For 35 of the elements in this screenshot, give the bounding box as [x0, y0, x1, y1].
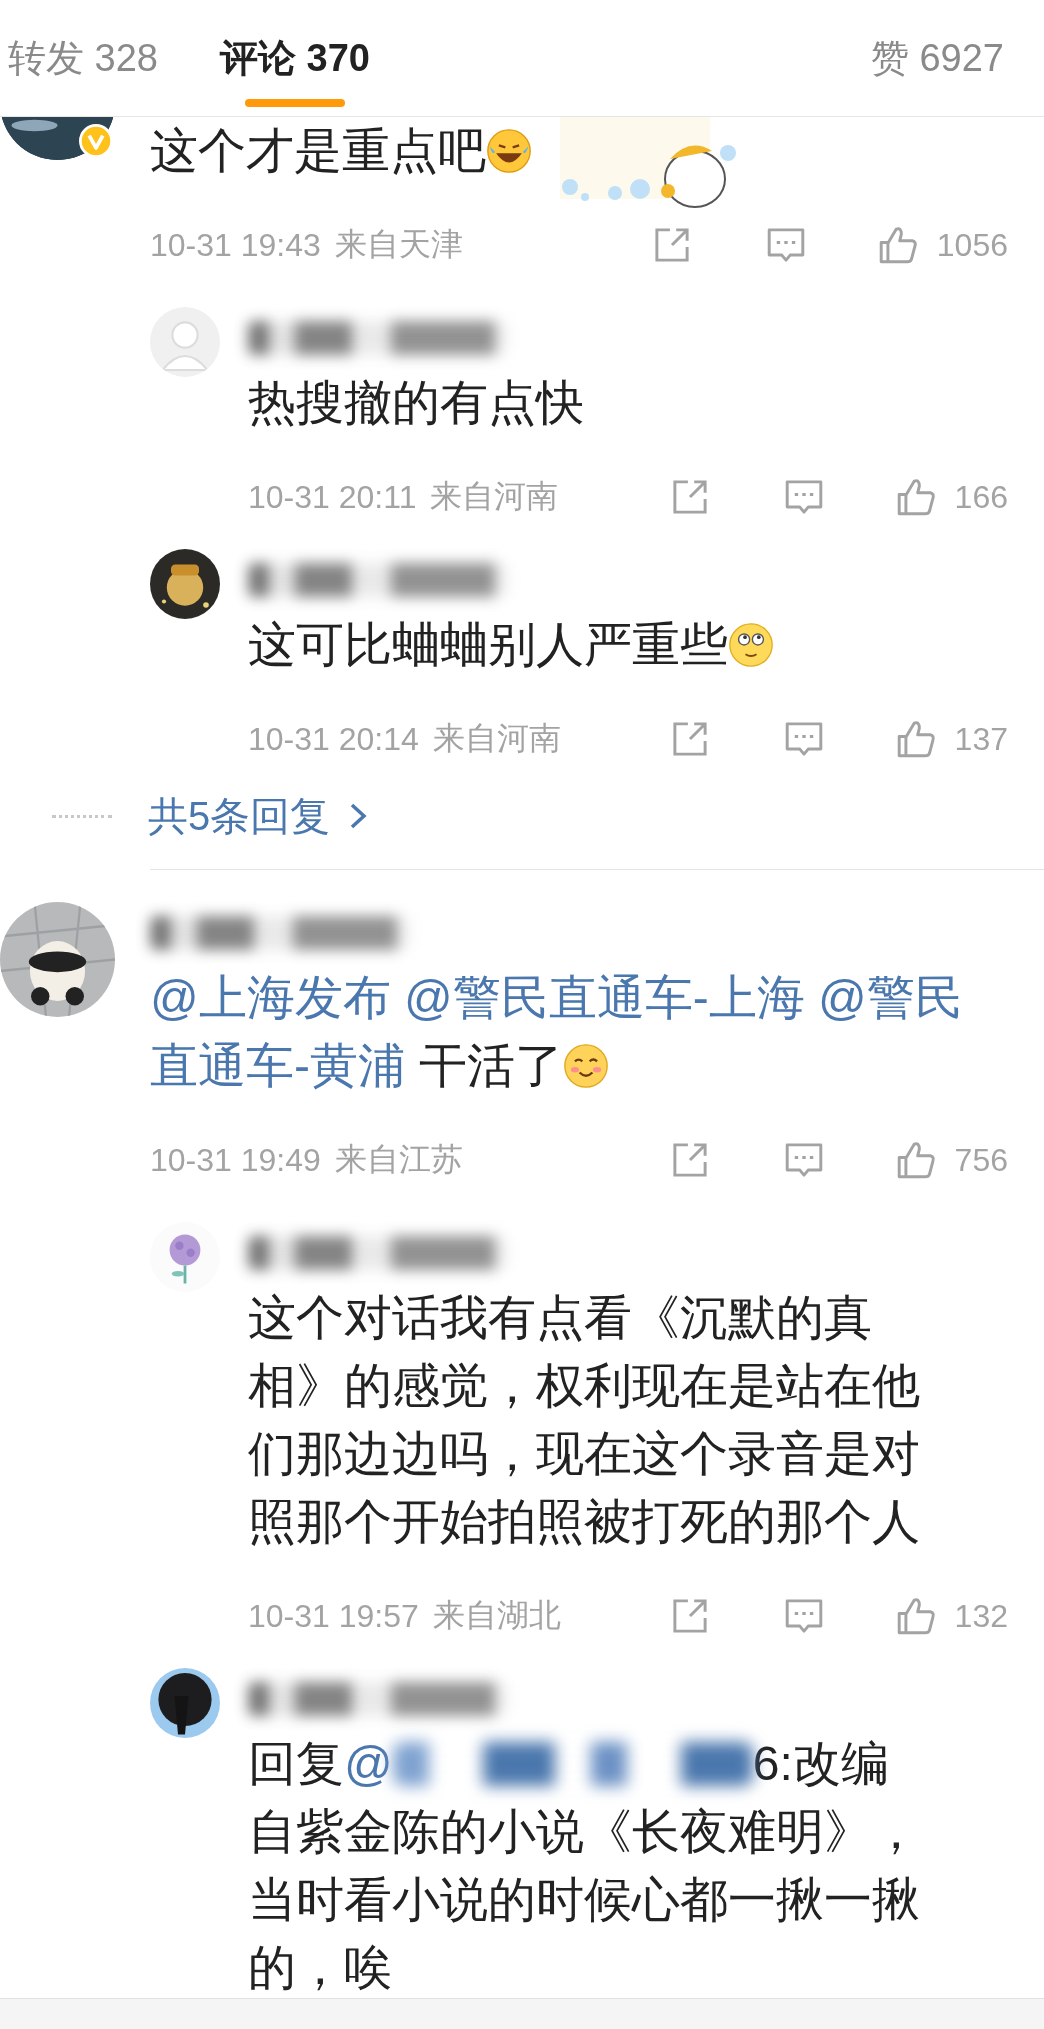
- location-label: 来自天津: [334, 225, 463, 264]
- laughing-emoji-icon: [486, 128, 532, 174]
- location-label: 来自江苏: [334, 1140, 463, 1179]
- like-count: 756: [954, 1141, 1008, 1179]
- like-count: 132: [954, 1597, 1008, 1635]
- tab[interactable]: 转发 328: [8, 33, 158, 83]
- location-label: 来自河南: [430, 477, 559, 516]
- timestamp: 10-31 19:49: [150, 1141, 321, 1179]
- timestamp: 10-31 19:43: [150, 226, 321, 264]
- tab[interactable]: 评论 370: [219, 33, 370, 83]
- mention-link[interactable]: @警民: [818, 971, 963, 1024]
- comment-text: 这可比蛐蛐别人严重些: [248, 611, 774, 679]
- verified-badge-icon: [79, 124, 113, 158]
- like-count: 1056: [936, 226, 1008, 264]
- timestamp: 10-31 19:57: [248, 1597, 419, 1635]
- like-count: 166: [954, 478, 1008, 516]
- location-label: 来自河南: [432, 719, 561, 758]
- comment-text: 热搜撤的有点快: [248, 375, 584, 431]
- comment-text: @上海发布 @警民直通车-上海 @警民 直通车-黄浦 干活了: [150, 970, 964, 1094]
- like-count: 137: [954, 720, 1008, 758]
- location-label: 来自湖北: [432, 1596, 561, 1635]
- dotted-rule: [52, 814, 112, 818]
- smiling-emoji-icon: [563, 1043, 610, 1089]
- comment-text: 这个才是重点吧: [150, 117, 532, 185]
- mention-link[interactable]: @: [344, 1737, 393, 1790]
- timestamp: 10-31 20:11: [248, 478, 417, 516]
- eyes-up-emoji-icon: [728, 622, 774, 668]
- mention-link[interactable]: 直通车-黄浦: [150, 1039, 406, 1092]
- timestamp: 10-31 20:14: [248, 720, 419, 758]
- more-replies-link[interactable]: 共5条回复: [148, 788, 371, 844]
- tab[interactable]: 赞 6927: [870, 33, 1004, 83]
- comment-text: 回复@ 6:改编自紫金陈的小说《长夜难明》，当时看小说的时候心都一揪一揪的，唉: [248, 1736, 920, 1996]
- comment-text: 这个对话我有点看《沉默的真相》的感觉，权利现在是站在他们那边边吗，现在这个录音是对照那个开始拍照被打死的那个人: [248, 1290, 920, 1550]
- mention-link[interactable]: @上海发布: [150, 971, 405, 1024]
- mention-link[interactable]: @警民直通车-上海: [404, 971, 819, 1024]
